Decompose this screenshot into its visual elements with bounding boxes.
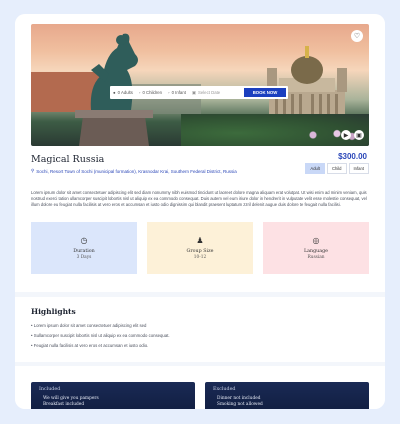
feature-label: Duration <box>73 249 95 254</box>
feature-value: Russian <box>307 255 325 260</box>
highlights-list: • Lorem ipsum dolor sit amet consectetue… <box>31 323 170 353</box>
adults-select[interactable]: ● 0 Adults <box>110 90 136 95</box>
list-item-text: Sullamcorper suscipit lobortis nisl ut a… <box>33 333 170 338</box>
infant-select[interactable]: ◦ 0 Infant <box>165 90 189 95</box>
date-picker[interactable]: ▣ Select Date <box>189 90 244 96</box>
tour-description: Lorem ipsum dolor sit amet consectetuer … <box>31 190 367 207</box>
list-item: • Lorem ipsum dolor sit amet consectetue… <box>31 323 147 328</box>
tour-card: ● 0 Adults ◦ 0 Children ◦ 0 Infant ▣ Sel… <box>15 14 385 292</box>
map-pin-icon: ⚲ <box>31 168 35 173</box>
included-panel: Included We will give you pampers Breakf… <box>31 382 195 409</box>
video-icon[interactable]: ▶ <box>341 130 351 140</box>
excluded-heading: Excluded <box>213 387 236 392</box>
clock-icon: ◷ <box>80 236 88 245</box>
list-item-text: Lorem ipsum dolor sit amet consectetuer … <box>33 323 147 328</box>
flowers-shape <box>301 128 361 142</box>
adults-label: 0 Adults <box>117 90 133 95</box>
gallery-icon[interactable]: ▣ <box>354 130 364 140</box>
calendar-icon: ▣ <box>191 89 196 95</box>
hero-image: ● 0 Adults ◦ 0 Children ◦ 0 Infant ▣ Sel… <box>31 24 369 146</box>
feature-value: 10-12 <box>193 255 207 260</box>
globe-icon: ◎ <box>312 236 320 245</box>
highlights-title: Highlights <box>31 307 76 316</box>
statue-illustration <box>75 33 153 146</box>
children-select[interactable]: ◦ 0 Children <box>136 90 165 95</box>
included-heading: Included <box>39 387 61 392</box>
tour-location[interactable]: ⚲ Sochi, Resort Town of Sochi (municipal… <box>31 168 237 174</box>
tour-price: $300.00 <box>338 152 367 161</box>
location-text: Sochi, Resort Town of Sochi (municipal f… <box>36 168 237 174</box>
list-item: Breakfast included <box>43 402 85 407</box>
list-item: Smoking not allowed <box>217 402 263 407</box>
excluded-panel: Excluded Dinner not included Smoking not… <box>205 382 369 409</box>
feature-group-size: ♟ Group Size 10-12 <box>147 222 253 274</box>
tab-infant[interactable]: Infant <box>348 163 369 174</box>
feature-language: ◎ Language Russian <box>263 222 369 274</box>
feature-duration: ◷ Duration 3 Days <box>31 222 137 274</box>
group-icon: ♟ <box>196 236 204 245</box>
highlights-section: Highlights • Lorem ipsum dolor sit amet … <box>15 292 385 362</box>
child-icon: ◦ <box>138 90 141 95</box>
user-icon: ● <box>113 90 116 95</box>
infant-icon: ◦ <box>168 90 170 95</box>
list-item: • Feugiat nulla facilisis at vero eros e… <box>31 343 149 348</box>
tab-adult[interactable]: Adult <box>305 163 325 174</box>
list-item-text: Feugiat nulla facilisis at vero eros et … <box>33 343 149 348</box>
tour-title: Magical Russia <box>31 154 105 165</box>
book-now-button[interactable]: BOOK NOW <box>244 88 286 97</box>
booking-bar: ● 0 Adults ◦ 0 Children ◦ 0 Infant ▣ Sel… <box>110 86 288 99</box>
feature-label: Group Size <box>186 249 214 254</box>
inclusions-section: Included We will give you pampers Breakf… <box>15 366 385 409</box>
tab-child[interactable]: Child <box>326 163 347 174</box>
feature-label: Language <box>303 249 329 254</box>
children-label: 0 Children <box>142 90 163 95</box>
infant-label: 0 Infant <box>171 90 186 95</box>
list-item: • Sullamcorper suscipit lobortis nisl ut… <box>31 333 170 338</box>
pax-type-tabs: Adult Child Infant <box>305 163 369 174</box>
page-frame: ● 0 Adults ◦ 0 Children ◦ 0 Infant ▣ Sel… <box>15 14 385 409</box>
favorite-heart-icon[interactable]: ♡ <box>351 30 363 42</box>
date-placeholder: Select Date <box>197 90 221 95</box>
feature-cards: ◷ Duration 3 Days ♟ Group Size 10-12 ◎ L… <box>31 222 369 274</box>
feature-value: 3 Days <box>76 255 92 260</box>
